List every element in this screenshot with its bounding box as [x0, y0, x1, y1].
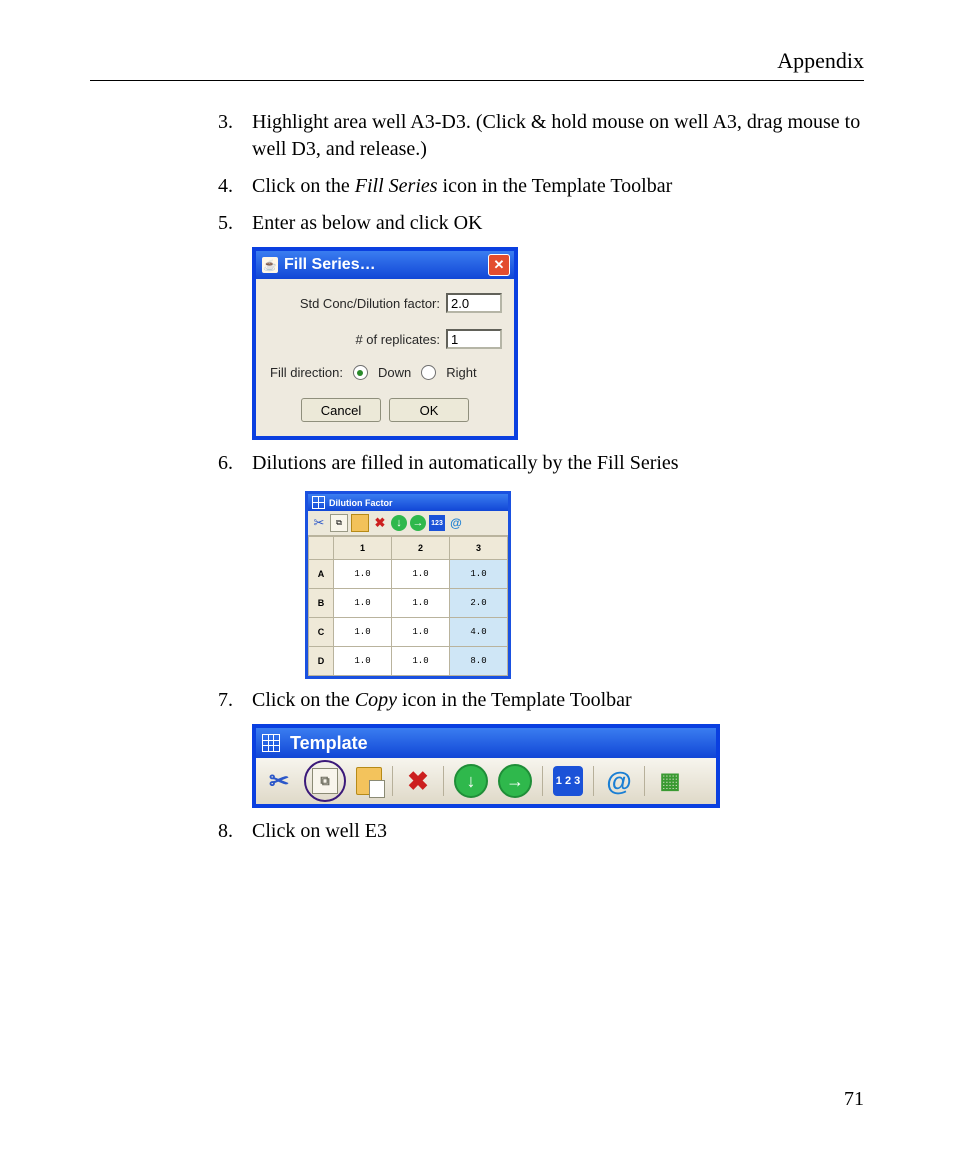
grid-icon: [312, 496, 325, 509]
cell-C1[interactable]: 1.0: [334, 618, 392, 647]
cell-D2[interactable]: 1.0: [392, 647, 450, 676]
cut-icon[interactable]: ✂: [311, 515, 327, 531]
col-3-header[interactable]: 3: [450, 537, 508, 560]
radio-right[interactable]: [421, 365, 436, 380]
fill-down-icon[interactable]: ↓: [391, 515, 407, 531]
template-titlebar: Template: [256, 728, 716, 758]
paste-icon[interactable]: [351, 514, 369, 532]
step-4-pre: Click on the: [252, 175, 355, 197]
row-B-header[interactable]: B: [309, 589, 334, 618]
step-7-post: icon in the Template Toolbar: [397, 689, 632, 711]
separator: [392, 766, 393, 796]
step-4-post: icon in the Template Toolbar: [438, 175, 673, 197]
instruction-list: Highlight area well A3-D3. (Click & hold…: [210, 109, 864, 237]
cell-D1[interactable]: 1.0: [334, 647, 392, 676]
separator: [443, 766, 444, 796]
copy-highlight-circle: ⧉: [304, 760, 346, 802]
step-8: Click on well E3: [238, 818, 864, 845]
cell-B1[interactable]: 1.0: [334, 589, 392, 618]
cell-C2[interactable]: 1.0: [392, 618, 450, 647]
step-3: Highlight area well A3-D3. (Click & hold…: [238, 109, 864, 163]
cell-A1[interactable]: 1.0: [334, 560, 392, 589]
java-icon: ☕: [262, 257, 278, 273]
separator: [644, 766, 645, 796]
cell-A3[interactable]: 1.0: [450, 560, 508, 589]
row-C-header[interactable]: C: [309, 618, 334, 647]
fill-series-dialog: ☕ Fill Series… ✕ Std Conc/Dilution facto…: [252, 247, 518, 440]
table-row: C 1.0 1.0 4.0: [309, 618, 508, 647]
cell-B3[interactable]: 2.0: [450, 589, 508, 618]
table-row: B 1.0 1.0 2.0: [309, 589, 508, 618]
delete-icon[interactable]: ✖: [372, 515, 388, 531]
radio-down-label: Down: [378, 365, 411, 380]
step-7: Click on the Copy icon in the Template T…: [238, 687, 864, 714]
replicates-label: # of replicates:: [355, 332, 440, 347]
fill-right-icon[interactable]: →: [410, 515, 426, 531]
col-2-header[interactable]: 2: [392, 537, 450, 560]
paste-icon[interactable]: [356, 767, 382, 795]
at-icon[interactable]: @: [448, 515, 464, 531]
radio-down[interactable]: [353, 365, 368, 380]
table-row: A 1.0 1.0 1.0: [309, 560, 508, 589]
layout-icon[interactable]: ▦: [655, 766, 685, 796]
fill-down-icon[interactable]: ↓: [454, 764, 488, 798]
step-5: Enter as below and click OK: [238, 210, 864, 237]
ok-button[interactable]: OK: [389, 398, 469, 422]
table-row: D 1.0 1.0 8.0: [309, 647, 508, 676]
dilution-factor-window: Dilution Factor ✂ ⧉ ✖ ↓ → 123 @ 1 2 3 A …: [305, 491, 511, 679]
page-section-header: Appendix: [90, 48, 864, 81]
grid-icon: [262, 734, 280, 752]
fill-direction-label: Fill direction:: [270, 365, 343, 380]
fill-right-icon[interactable]: →: [498, 764, 532, 798]
cut-icon[interactable]: ✂: [264, 766, 294, 796]
corner-cell: [309, 537, 334, 560]
template-toolbar-window: Template ✂ ⧉ ✖ ↓ → 1 2 3 @ ▦: [252, 724, 720, 808]
close-icon[interactable]: ✕: [488, 254, 510, 276]
cell-C3[interactable]: 4.0: [450, 618, 508, 647]
dilution-titlebar: Dilution Factor: [308, 494, 508, 511]
dilution-table: 1 2 3 A 1.0 1.0 1.0 B 1.0 1.0 2.0 C 1.0 …: [308, 536, 508, 676]
step-4-em: Fill Series: [355, 175, 438, 197]
dilution-toolbar: ✂ ⧉ ✖ ↓ → 123 @: [308, 511, 508, 536]
delete-icon[interactable]: ✖: [403, 766, 433, 796]
series-icon[interactable]: 1 2 3: [553, 766, 583, 796]
instruction-list-cont2: Click on the Copy icon in the Template T…: [210, 687, 864, 714]
template-title: Template: [290, 733, 368, 754]
instruction-list-cont3: Click on well E3: [210, 818, 864, 845]
replicates-input[interactable]: [446, 329, 502, 349]
step-4: Click on the Fill Series icon in the Tem…: [238, 173, 864, 200]
dialog-title: Fill Series…: [284, 256, 488, 274]
page-number: 71: [844, 1088, 864, 1111]
dilution-title: Dilution Factor: [329, 498, 393, 508]
row-D-header[interactable]: D: [309, 647, 334, 676]
cancel-button[interactable]: Cancel: [301, 398, 381, 422]
radio-right-label: Right: [446, 365, 476, 380]
template-toolbar-row: ✂ ⧉ ✖ ↓ → 1 2 3 @ ▦: [256, 758, 716, 804]
copy-icon[interactable]: ⧉: [330, 514, 348, 532]
cell-D3[interactable]: 8.0: [450, 647, 508, 676]
col-1-header[interactable]: 1: [334, 537, 392, 560]
std-conc-input[interactable]: [446, 293, 502, 313]
separator: [593, 766, 594, 796]
dialog-titlebar: ☕ Fill Series… ✕: [256, 251, 514, 279]
series-icon[interactable]: 123: [429, 515, 445, 531]
cell-A2[interactable]: 1.0: [392, 560, 450, 589]
step-6: Dilutions are filled in automatically by…: [238, 450, 864, 477]
separator: [542, 766, 543, 796]
copy-icon[interactable]: ⧉: [312, 768, 338, 794]
std-conc-label: Std Conc/Dilution factor:: [300, 296, 440, 311]
step-7-em: Copy: [355, 689, 397, 711]
step-7-pre: Click on the: [252, 689, 355, 711]
cell-B2[interactable]: 1.0: [392, 589, 450, 618]
instruction-list-cont1: Dilutions are filled in automatically by…: [210, 450, 864, 477]
row-A-header[interactable]: A: [309, 560, 334, 589]
at-icon[interactable]: @: [604, 766, 634, 796]
